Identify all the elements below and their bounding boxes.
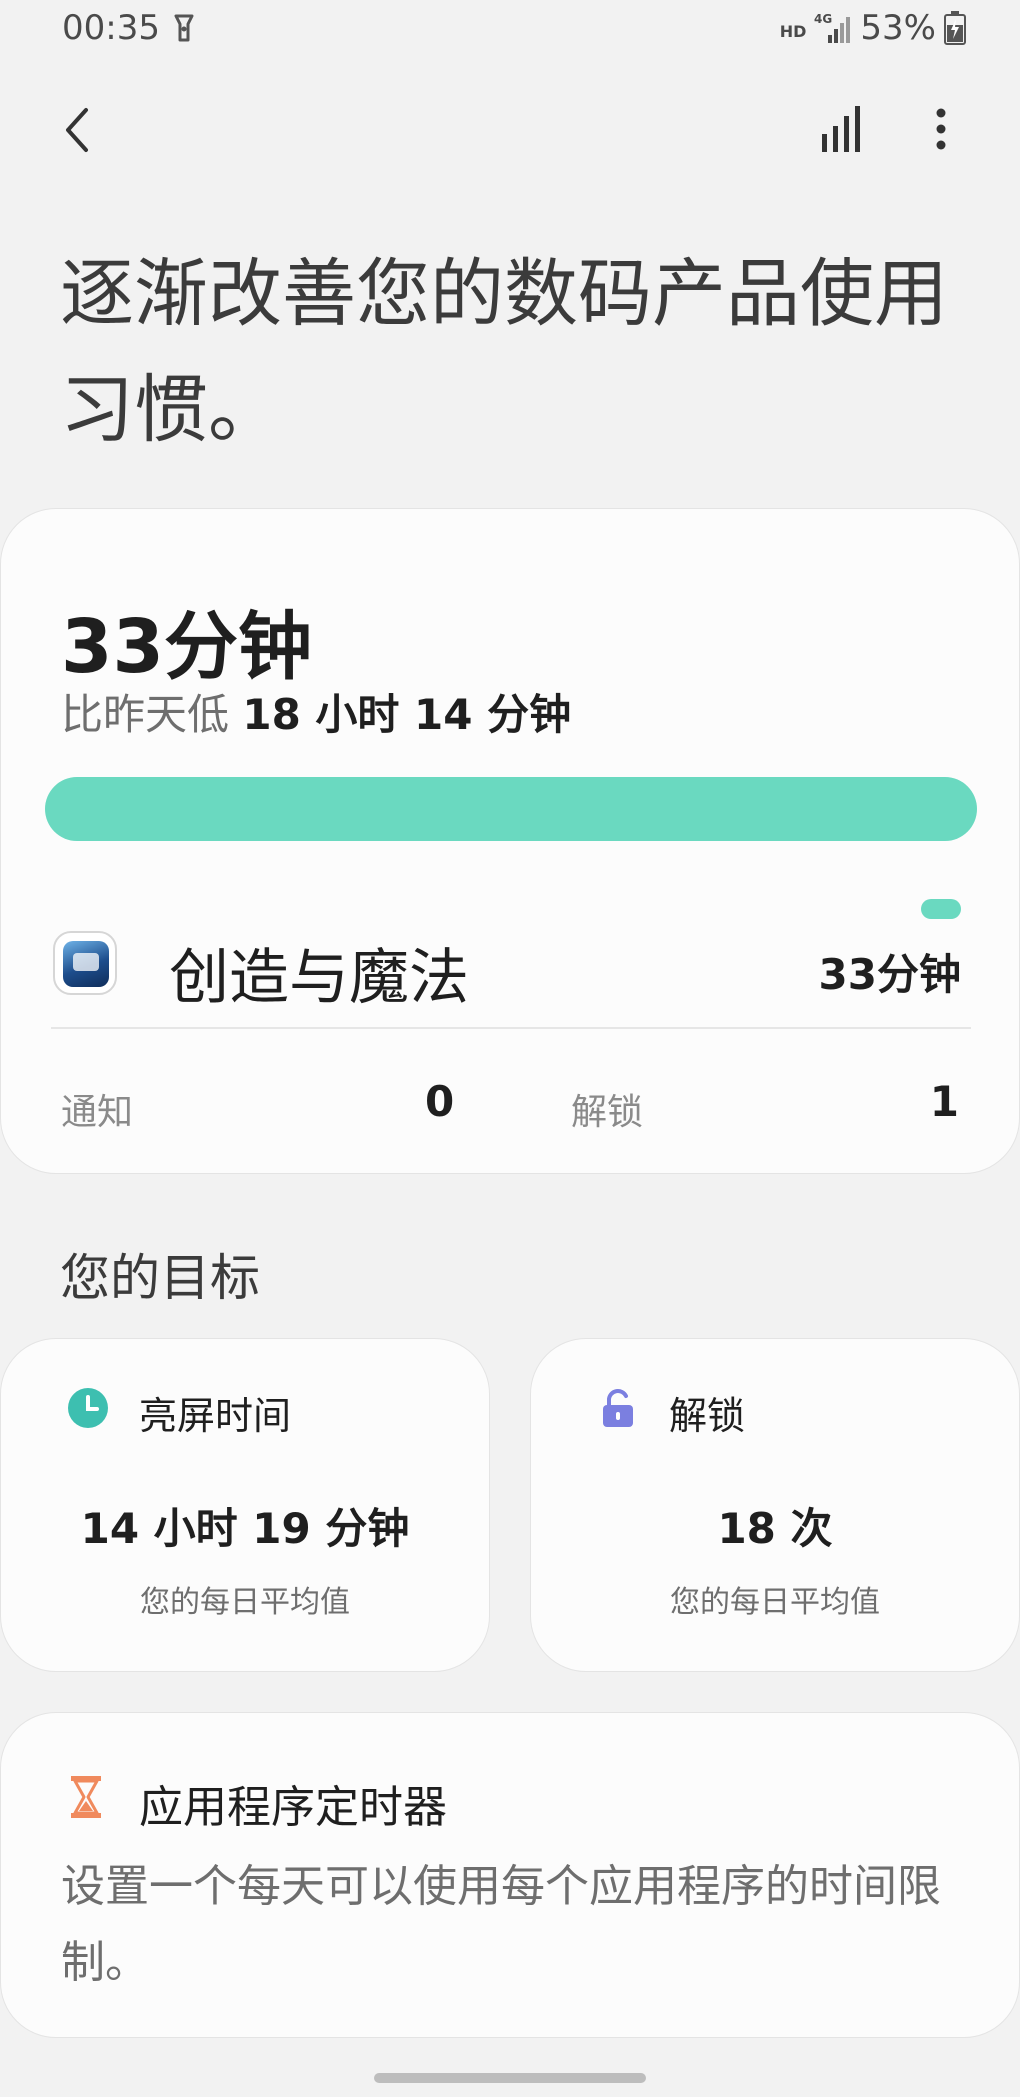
stats-icon[interactable] [818,104,866,154]
unlocks-goal-label: 解锁 [669,1394,746,1438]
app-usage-row[interactable]: 创造与魔法 33分钟 [1,899,1020,1029]
unlocks-label: 解锁 [571,1092,644,1133]
screen-time-value: 14 小时 19 分钟 [80,1504,410,1553]
flashlight-icon [174,14,194,42]
hd-label: HD [779,21,807,41]
battery-charging-icon [944,11,966,45]
unlock-icon [603,1389,633,1427]
digital-wellbeing-screen: 00:35 HD 4G 53% 逐渐改善您的数码产品使用习惯。 33分钟 比昨天… [0,0,1020,2097]
total-screen-time: 33分钟 [61,604,312,690]
unlocks-goal-subtitle: 您的每日平均值 [670,1585,880,1620]
hourglass-icon [71,1776,101,1818]
unlocks-value: 1 [929,1077,959,1126]
app-timer-card[interactable]: 应用程序定时器 设置一个每天可以使用每个应用程序的时间限制。 [0,1712,1020,2038]
navigation-handle[interactable] [374,2073,646,2083]
notifications-value: 0 [425,1077,455,1126]
more-options-icon[interactable] [924,104,958,154]
unlocks-goal-value: 18 次 [717,1504,833,1553]
compare-value: 18 小时 14 分钟 [242,690,572,739]
usage-summary-card[interactable]: 33分钟 比昨天低 18 小时 14 分钟 创造与魔法 33分钟 通知 0 解锁… [0,508,1020,1174]
app-timer-title: 应用程序定时器 [139,1782,447,1833]
compare-prefix: 比昨天低 [61,690,243,739]
usage-bar [45,777,977,841]
clock-icon [68,1388,108,1428]
goals-section-title: 您的目标 [60,1249,260,1307]
status-indicators: HD 4G 53% [780,8,966,48]
app-icon [53,931,117,995]
app-time: 33分钟 [818,950,961,999]
screen-time-subtitle: 您的每日平均值 [140,1585,350,1620]
app-name: 创造与魔法 [169,943,469,1013]
unlocks-goal-card[interactable]: 解锁 18 次 您的每日平均值 [530,1338,1020,1672]
app-usage-indicator [921,899,961,919]
divider [51,1027,971,1029]
battery-percent: 53% [860,8,936,48]
page-title: 逐渐改善您的数码产品使用习惯。 [60,251,948,453]
notifications-label: 通知 [61,1092,134,1133]
back-icon[interactable] [56,100,104,160]
status-bar: 00:35 HD 4G 53% [0,0,1020,70]
network-type-label: 4G [814,12,832,26]
screen-time-label: 亮屏时间 [139,1394,292,1438]
screen-time-goal-card[interactable]: 亮屏时间 14 小时 19 分钟 您的每日平均值 [0,1338,490,1672]
status-time: 00:35 [62,8,160,48]
signal-icon: 4G [814,12,851,43]
compare-yesterday: 比昨天低 18 小时 14 分钟 [61,681,571,742]
app-timer-description: 设置一个每天可以使用每个应用程序的时间限制。 [61,1861,941,1988]
